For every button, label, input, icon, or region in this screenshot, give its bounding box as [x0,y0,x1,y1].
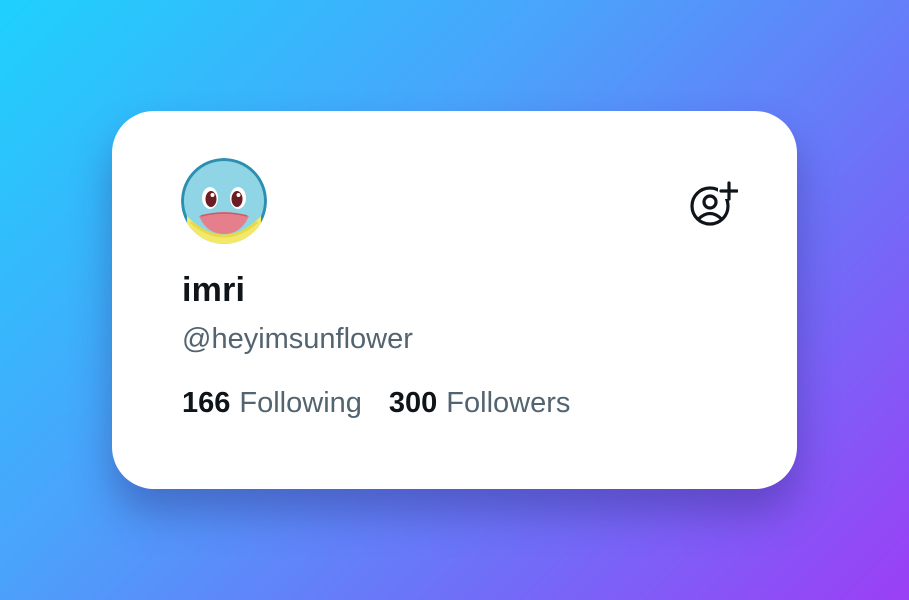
followers-count: 300 [388,387,438,419]
display-name: imri [182,271,246,309]
follow-stats: 166 Following 300 Followers [182,387,570,420]
profile-card: imri @heyimsunflower 166 Following 300 F… [112,111,797,489]
squirtle-face-avatar-icon [181,158,267,244]
follow-button[interactable] [686,176,740,230]
following-stat-link[interactable]: 166 Following [182,387,362,420]
following-count: 166 [182,387,231,419]
followers-stat-link[interactable]: 300 Followers [389,387,570,420]
user-handle: @heyimsunflower [182,323,413,355]
person-add-icon [690,181,738,226]
avatar[interactable] [181,158,267,244]
followers-label: Followers [446,387,571,419]
following-label: Following [239,387,362,419]
